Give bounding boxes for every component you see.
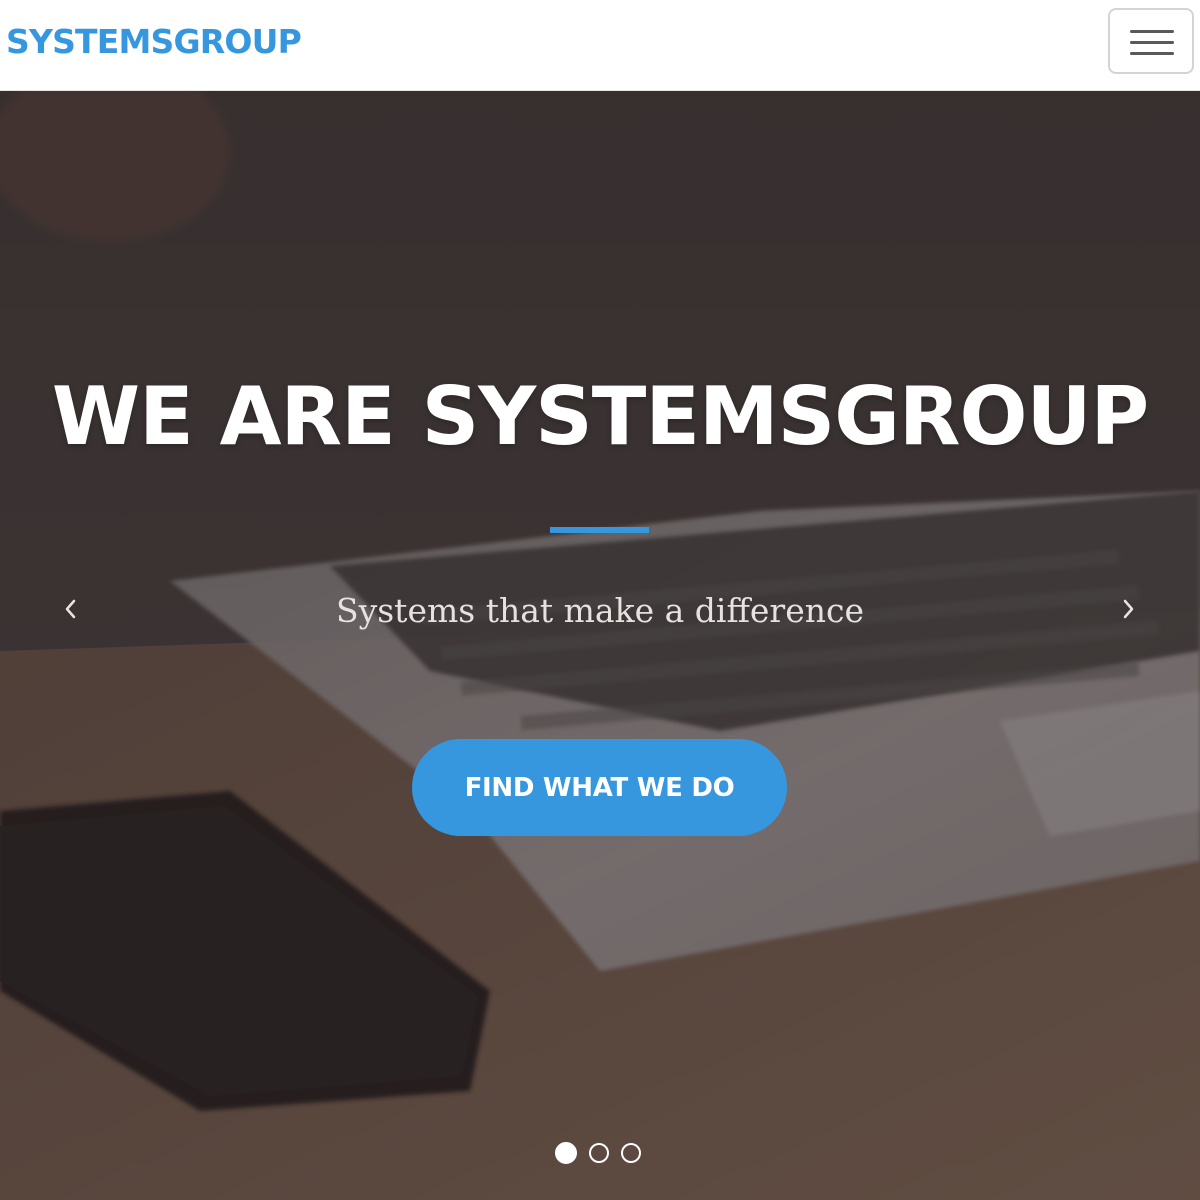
title-divider (550, 527, 649, 533)
hero-subtitle: Systems that make a difference (336, 591, 864, 630)
menu-toggle-button[interactable] (1108, 8, 1194, 74)
carousel-indicator-2[interactable] (589, 1143, 609, 1163)
chevron-right-icon (1123, 599, 1134, 619)
carousel-indicators (555, 1142, 645, 1166)
carousel-indicator-3[interactable] (621, 1143, 641, 1163)
find-what-we-do-button[interactable]: FIND WHAT WE DO (412, 739, 787, 836)
hamburger-menu-icon (1130, 30, 1174, 56)
carousel-next-button[interactable] (1114, 591, 1144, 627)
navbar: SYSTEMSGROUP (0, 0, 1200, 91)
hero-background-image (0, 91, 1200, 1200)
brand-logo[interactable]: SYSTEMSGROUP (6, 20, 302, 64)
carousel-indicator-1[interactable] (555, 1142, 577, 1164)
chevron-left-icon (65, 599, 76, 619)
hero-title: WE ARE SYSTEMSGROUP (51, 370, 1149, 463)
carousel-prev-button[interactable] (55, 591, 85, 627)
hero-carousel: WE ARE SYSTEMSGROUP Systems that make a … (0, 91, 1200, 1200)
